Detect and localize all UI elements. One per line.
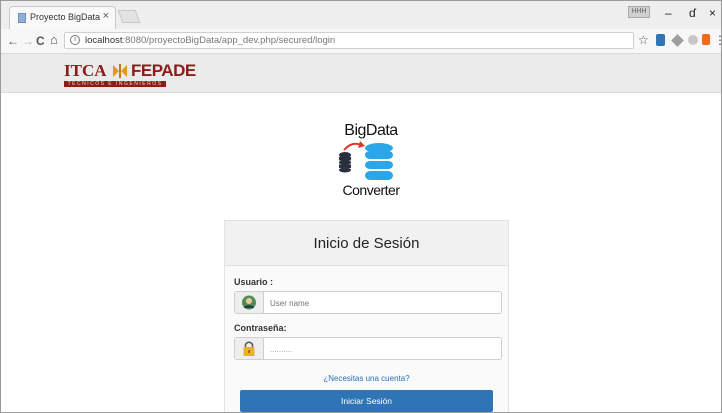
register-link[interactable]: ¿Necesitas una cuenta?	[225, 374, 508, 383]
username-label: Usuario :	[234, 277, 274, 287]
tab-title: Proyecto BigData	[30, 12, 101, 22]
username-addon	[235, 292, 264, 313]
address-bar[interactable]: i localhost:8080/proyectoBigData/app_dev…	[64, 32, 634, 49]
password-field[interactable]	[234, 337, 502, 360]
username-field[interactable]	[234, 291, 502, 314]
back-icon[interactable]: ←	[7, 34, 19, 48]
login-panel: Inicio de Sesión Usuario : Contraseña:	[224, 220, 509, 412]
extension-icon-circle[interactable]	[688, 35, 698, 45]
fepade-emblem-icon	[113, 64, 127, 78]
forward-icon[interactable]: →	[22, 34, 34, 48]
login-heading: Inicio de Sesión	[313, 235, 420, 252]
itca-logo-text: ITCA	[64, 61, 107, 80]
app-logo-title: BigData	[344, 122, 398, 139]
logo-tagline: TÉCNICOS E INGENIEROS	[64, 81, 166, 87]
minimize-icon[interactable]: –	[665, 6, 672, 20]
tab-strip: Proyecto BigData × HHH – ɗ ×	[1, 1, 721, 30]
home-icon[interactable]: ⌂	[50, 32, 58, 47]
address-url: localhost:8080/proyectoBigData/app_dev.p…	[85, 35, 336, 46]
padlock-icon	[243, 341, 255, 356]
browser-toolbar: ← → C ⌂ i localhost:8080/proyectoBigData…	[1, 29, 721, 54]
browser-window: Proyecto BigData × HHH – ɗ × ← → C ⌂ i l…	[0, 0, 722, 413]
site-header: ITCA FEPADE TÉCNICOS E INGENIEROS	[1, 54, 721, 93]
extension-icon-blue[interactable]	[656, 34, 665, 46]
window-close-icon[interactable]: ×	[709, 6, 716, 20]
login-button[interactable]: Iniciar Sesión	[240, 390, 493, 412]
fepade-logo-text: FEPADE	[131, 61, 196, 80]
maximize-icon[interactable]: ɗ	[689, 6, 696, 20]
password-addon	[235, 338, 264, 359]
new-tab-button[interactable]	[117, 10, 141, 23]
extension-icon-gray[interactable]	[671, 34, 684, 47]
user-avatar-icon	[242, 295, 256, 310]
username-input[interactable]	[268, 295, 497, 311]
reload-icon[interactable]: C	[36, 34, 45, 48]
profile-button[interactable]: HHH	[628, 6, 650, 18]
bookmark-star-icon[interactable]: ☆	[638, 33, 649, 47]
browser-tab[interactable]: Proyecto BigData ×	[9, 6, 116, 29]
page-favicon-icon	[18, 13, 26, 23]
tab-close-icon[interactable]: ×	[103, 10, 109, 22]
info-icon[interactable]: i	[70, 35, 80, 45]
login-panel-header: Inicio de Sesión	[225, 221, 508, 266]
extension-icon-orange[interactable]	[702, 34, 710, 45]
browser-menu-icon[interactable]: ⋮	[714, 33, 721, 47]
password-label: Contraseña:	[234, 323, 287, 333]
database-convert-icon	[339, 141, 393, 180]
password-input[interactable]	[268, 341, 497, 357]
page-content: ITCA FEPADE TÉCNICOS E INGENIEROS BigDat…	[1, 54, 721, 412]
app-logo-subtitle: Converter	[342, 182, 400, 198]
